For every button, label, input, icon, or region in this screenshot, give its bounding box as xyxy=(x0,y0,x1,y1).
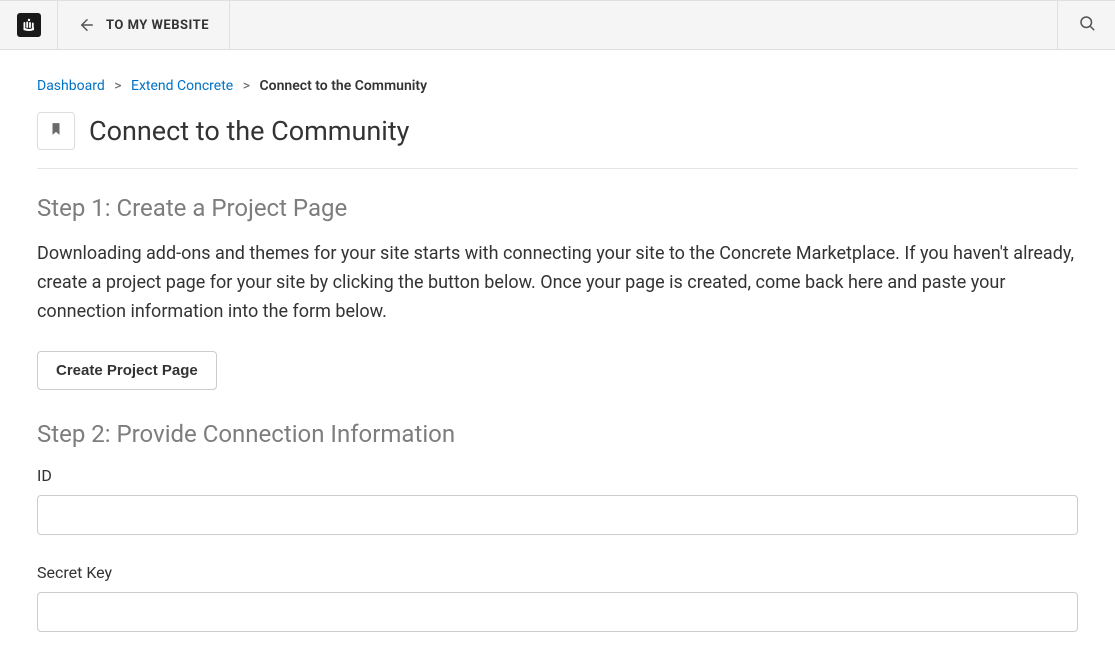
back-to-website-link[interactable]: TO MY WEBSITE xyxy=(58,0,230,50)
page-title: Connect to the Community xyxy=(89,115,409,147)
search-button[interactable] xyxy=(1057,0,1115,50)
top-header: TO MY WEBSITE xyxy=(0,0,1115,50)
title-row: Connect to the Community xyxy=(37,112,1078,169)
step1-heading: Step 1: Create a Project Page xyxy=(37,194,1078,222)
bookmark-icon xyxy=(49,120,63,142)
breadcrumb-link-dashboard[interactable]: Dashboard xyxy=(37,78,105,94)
id-label: ID xyxy=(37,466,1078,485)
step2-heading: Step 2: Provide Connection Information xyxy=(37,420,1078,448)
secret-key-input[interactable] xyxy=(37,592,1078,632)
breadcrumb-link-extend[interactable]: Extend Concrete xyxy=(131,78,233,94)
secret-key-label: Secret Key xyxy=(37,563,1078,582)
breadcrumb-separator: > xyxy=(114,78,121,94)
breadcrumb-current: Connect to the Community xyxy=(260,78,428,94)
breadcrumb: Dashboard > Extend Concrete > Connect to… xyxy=(37,50,1078,112)
main-content: Dashboard > Extend Concrete > Connect to… xyxy=(0,50,1115,660)
breadcrumb-separator: > xyxy=(243,78,250,94)
bookmark-button[interactable] xyxy=(37,112,75,150)
logo-cell[interactable] xyxy=(0,0,58,50)
step1-description: Downloading add-ons and themes for your … xyxy=(37,240,1078,326)
create-project-page-button[interactable]: Create Project Page xyxy=(37,351,217,390)
back-link-label: TO MY WEBSITE xyxy=(106,18,209,33)
app-logo-icon xyxy=(17,13,41,37)
arrow-left-icon xyxy=(78,16,96,34)
id-input[interactable] xyxy=(37,495,1078,535)
search-icon xyxy=(1078,14,1096,36)
